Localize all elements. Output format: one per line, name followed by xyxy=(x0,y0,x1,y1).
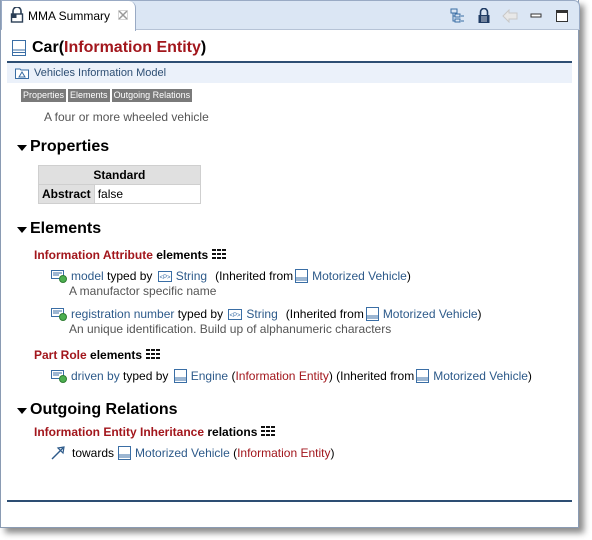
close-icon[interactable] xyxy=(118,9,128,23)
hierarchy-icon[interactable] xyxy=(449,7,467,25)
lock-icon xyxy=(10,5,24,26)
entity-type: Information Entity xyxy=(64,39,201,56)
table-row: Abstract false xyxy=(38,184,201,204)
entity-icon xyxy=(118,446,132,460)
paren-close: ) xyxy=(527,369,532,383)
summary-content: Car (Information Entity) Vehicles Inform… xyxy=(7,34,572,527)
part-role-icon xyxy=(51,369,67,383)
maximize-icon[interactable] xyxy=(553,7,571,25)
tab-title: MMA Summary xyxy=(28,9,111,23)
relation-target-link[interactable]: Motorized Vehicle xyxy=(135,446,230,460)
inherited-label: (Inherited from xyxy=(285,307,364,321)
relations-title: Outgoing Relations xyxy=(30,401,178,418)
attribute-icon xyxy=(51,269,67,283)
typed-by-label: typed by xyxy=(119,369,172,383)
primitive-type-icon: <P> xyxy=(228,308,243,320)
paren-open: ( xyxy=(228,369,236,383)
collapse-triangle-icon xyxy=(17,145,27,151)
primitive-type-icon: <P> xyxy=(157,270,172,282)
collapse-triangle-icon xyxy=(17,408,27,414)
section-anchors: Properties Elements Outgoing Relations xyxy=(7,83,572,102)
relation-arrow-icon xyxy=(51,446,66,460)
tab-mma-summary[interactable]: MMA Summary xyxy=(2,1,136,31)
table-view-icon[interactable] xyxy=(146,348,161,362)
paren-close: ) xyxy=(477,307,482,321)
entity-icon xyxy=(365,307,379,321)
relations-section-toggle[interactable]: Outgoing Relations xyxy=(7,401,572,419)
anchor-outgoing-relations[interactable]: Outgoing Relations xyxy=(111,89,193,102)
entity-name: Car xyxy=(32,39,59,56)
paren-close: ) xyxy=(200,39,207,56)
type-link[interactable]: Engine xyxy=(191,369,228,383)
pin-lock-icon[interactable] xyxy=(475,7,493,25)
footer-divider xyxy=(7,500,572,502)
properties-title: Properties xyxy=(30,138,110,155)
paren-open: ( xyxy=(229,446,238,460)
table-header: Standard xyxy=(38,165,201,185)
paren-close: ) xyxy=(330,446,335,460)
table-view-icon[interactable] xyxy=(212,248,227,262)
entity-icon xyxy=(416,369,430,383)
typed-by-label: typed by xyxy=(174,307,227,321)
model-link[interactable]: Vehicles Information Model xyxy=(7,63,572,83)
attribute-icon xyxy=(51,307,67,321)
typed-by-label: typed by xyxy=(103,269,156,283)
group-type-link[interactable]: Information Entity Inheritance xyxy=(34,425,204,439)
inherited-from-link[interactable]: Motorized Vehicle xyxy=(312,269,407,283)
entity-icon xyxy=(295,269,309,283)
paren-close: ) xyxy=(406,269,411,283)
elements-title: Elements xyxy=(30,220,102,237)
svg-text:<P>: <P> xyxy=(230,313,242,319)
anchor-properties[interactable]: Properties xyxy=(21,89,67,102)
model-label: Vehicles Information Model xyxy=(34,67,167,79)
attribute-description: A manufactor specific name xyxy=(69,284,217,298)
group-type-link[interactable]: Part Role xyxy=(34,348,87,362)
attribute-link[interactable]: registration number xyxy=(71,307,174,321)
minimize-icon[interactable] xyxy=(527,7,545,25)
part-role-link[interactable]: driven by xyxy=(71,369,120,383)
inherited-from-link[interactable]: Motorized Vehicle xyxy=(433,369,528,383)
page-title: Car (Information Entity) xyxy=(7,34,572,63)
group-part-role: Part Role elements xyxy=(7,348,572,362)
entity-icon xyxy=(173,369,187,383)
inherited-from-link[interactable]: Motorized Vehicle xyxy=(383,307,478,321)
table-view-icon[interactable] xyxy=(261,425,276,439)
group-type-link[interactable]: Information Attribute xyxy=(34,248,153,262)
list-item: driven by typed by Engine (Information E… xyxy=(7,368,572,384)
relation-target-kind: Information Entity xyxy=(237,446,331,460)
view-toolbar xyxy=(449,7,571,25)
list-item: towards Motorized Vehicle (Information E… xyxy=(7,445,572,461)
properties-section-toggle[interactable]: Properties xyxy=(7,138,572,156)
editor-window: MMA Summary Car (Information Entity) V… xyxy=(0,0,580,528)
inherited-label: (Inherited from xyxy=(215,269,294,283)
group-suffix: relations xyxy=(204,425,258,439)
relation-label: towards xyxy=(72,446,115,460)
back-arrow-icon[interactable] xyxy=(501,7,519,25)
group-suffix: elements xyxy=(152,248,209,262)
type-kind: Information Entity xyxy=(235,369,329,383)
list-item: model typed by <P> String (Inherited fro… xyxy=(7,268,572,284)
type-link[interactable]: String xyxy=(246,307,277,321)
elements-section-toggle[interactable]: Elements xyxy=(7,220,572,238)
properties-table: Standard Abstract false xyxy=(38,165,201,204)
type-link[interactable]: String xyxy=(176,269,207,283)
group-suffix: elements xyxy=(86,348,143,362)
entity-description: A four or more wheeled vehicle xyxy=(44,110,209,124)
collapse-triangle-icon xyxy=(17,227,27,233)
anchor-elements[interactable]: Elements xyxy=(68,89,110,102)
entity-icon xyxy=(12,40,26,56)
property-value: false xyxy=(93,184,201,204)
title-bar: MMA Summary xyxy=(1,0,580,31)
inherited-label: (Inherited from xyxy=(332,369,415,383)
group-inheritance: Information Entity Inheritance relations xyxy=(7,425,572,439)
attribute-link[interactable]: model xyxy=(71,269,104,283)
model-icon xyxy=(15,67,29,79)
svg-text:<P>: <P> xyxy=(159,275,171,281)
list-item: registration number typed by <P> String … xyxy=(7,306,572,322)
group-information-attribute: Information Attribute elements xyxy=(7,248,572,262)
attribute-description: An unique identification. Build up of al… xyxy=(69,322,392,336)
property-key: Abstract xyxy=(38,184,95,204)
